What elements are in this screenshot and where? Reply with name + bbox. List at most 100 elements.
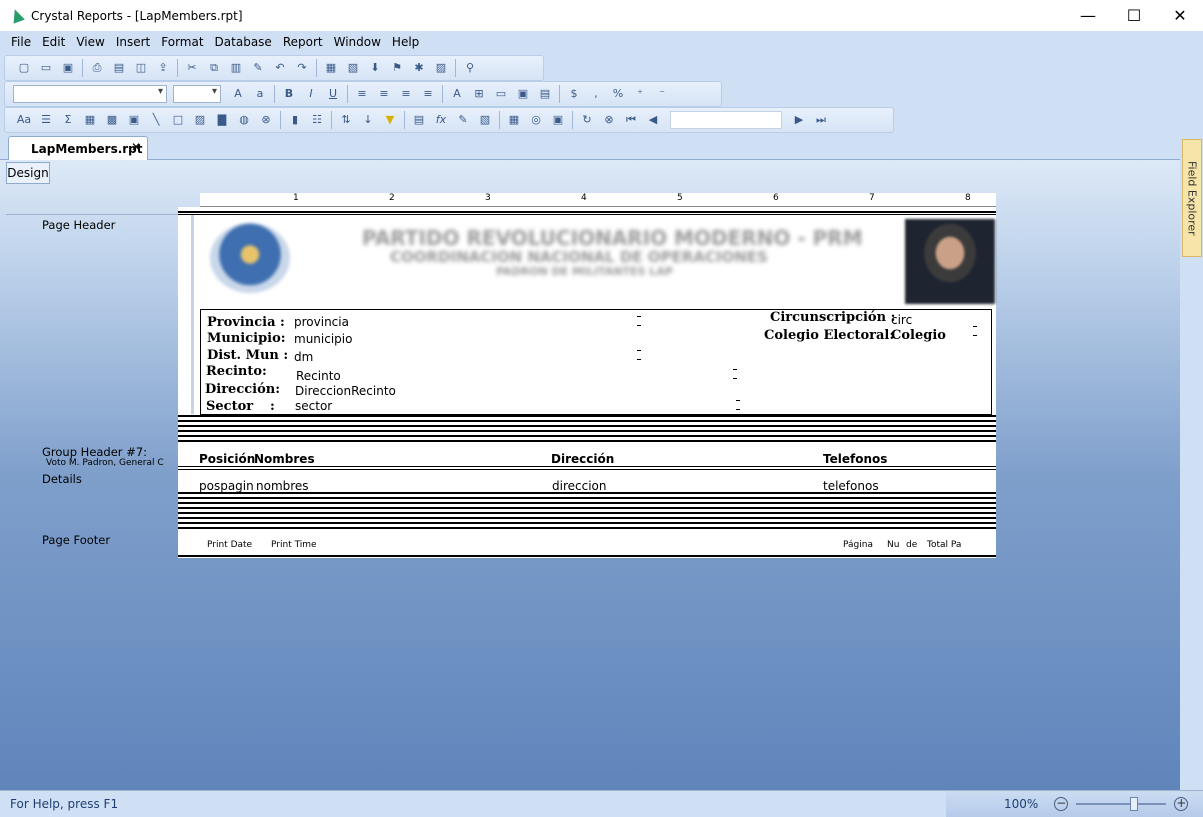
template-icon[interactable]: ▧	[477, 112, 493, 128]
next-page-icon[interactable]: ▶	[791, 112, 807, 128]
preview-icon[interactable]: ◫	[133, 60, 149, 76]
stop-icon[interactable]: ⊗	[601, 112, 617, 128]
detail-pospagina[interactable]: pospagina	[199, 479, 254, 493]
field-explorer-icon[interactable]: ▦	[506, 112, 522, 128]
field-circ[interactable]: circ	[891, 313, 912, 327]
label-provincia[interactable]: Provincia :	[207, 315, 285, 330]
align-right-icon[interactable]: ≡	[398, 86, 414, 102]
menu-help[interactable]: Help	[387, 35, 424, 49]
suppress-icon[interactable]: ▭	[493, 86, 509, 102]
detail-nombres[interactable]: nombres	[256, 479, 309, 493]
bold-icon[interactable]: B	[281, 86, 297, 102]
decrease-font-icon[interactable]: a	[252, 86, 268, 102]
footer-total-pages[interactable]: Total Pa	[927, 540, 961, 550]
crosstab-icon[interactable]: ▦	[82, 112, 98, 128]
minimize-button[interactable]: —	[1065, 0, 1111, 31]
undo-icon[interactable]: ↶	[272, 60, 288, 76]
font-color-icon[interactable]: A	[449, 86, 465, 102]
label-sector[interactable]: Sector	[206, 399, 253, 414]
tab-close-icon[interactable]: ✕	[131, 140, 141, 154]
label-colegio-electoral[interactable]: Colegio Electoral:	[764, 328, 894, 343]
paste-icon[interactable]: ▥	[228, 60, 244, 76]
percent-icon[interactable]: %	[610, 86, 626, 102]
align-left-icon[interactable]: ≡	[354, 86, 370, 102]
cut-icon[interactable]: ✂	[184, 60, 200, 76]
section-expert-icon[interactable]: ▨	[433, 60, 449, 76]
column-nombres[interactable]: Nombres	[254, 452, 315, 466]
font-name-select[interactable]	[13, 85, 167, 103]
label-dist-mun[interactable]: Dist. Mun :	[207, 348, 288, 363]
maximize-button[interactable]: ☐	[1111, 0, 1157, 31]
field-explorer-tab[interactable]: Field Explorer	[1182, 139, 1202, 257]
summary-icon[interactable]: Σ	[60, 112, 76, 128]
line-icon[interactable]: ╲	[148, 112, 164, 128]
label-sector-colon[interactable]: :	[270, 399, 275, 414]
menu-insert[interactable]: Insert	[111, 35, 155, 49]
section-page-header[interactable]: Page Header	[42, 218, 115, 232]
column-telefonos[interactable]: Telefonos	[823, 452, 887, 466]
map-icon[interactable]: ◍	[236, 112, 252, 128]
first-page-icon[interactable]: ⏮	[623, 112, 639, 128]
field-recinto[interactable]: Recinto	[296, 369, 341, 383]
zoom-out-button[interactable]: −	[1054, 797, 1069, 811]
label-direccion[interactable]: Dirección:	[205, 382, 280, 397]
insert-summary-icon[interactable]: ▧	[345, 60, 361, 76]
open-icon[interactable]: ▭	[38, 60, 54, 76]
field-direccion-recinto[interactable]: DireccionRecinto	[295, 384, 396, 398]
insert-group-icon[interactable]: ▦	[323, 60, 339, 76]
zoom-slider[interactable]	[1076, 797, 1167, 811]
increase-font-icon[interactable]: A	[230, 86, 246, 102]
picture-icon[interactable]: ▨	[192, 112, 208, 128]
menu-view[interactable]: View	[71, 35, 109, 49]
ole-object-icon[interactable]: ⊗	[258, 112, 274, 128]
sort-icon[interactable]: ⇅	[338, 112, 354, 128]
refresh-icon[interactable]: ↻	[579, 112, 595, 128]
font-size-select[interactable]	[173, 85, 221, 103]
close-button[interactable]: ✕	[1157, 0, 1203, 31]
find-icon[interactable]: ⚲	[462, 60, 478, 76]
field-dm[interactable]: dm	[294, 350, 313, 364]
select-expert-icon[interactable]: ⬇	[367, 60, 383, 76]
formula-icon[interactable]: fx	[433, 112, 449, 128]
new-icon[interactable]: ▢	[16, 60, 32, 76]
footer-print-date[interactable]: Print Date	[207, 540, 252, 550]
previous-page-icon[interactable]: ◀	[645, 112, 661, 128]
section-group-header[interactable]: Group Header #7:	[42, 445, 147, 459]
section-page-footer[interactable]: Page Footer	[42, 533, 110, 547]
menu-format[interactable]: Format	[156, 35, 208, 49]
olap-icon[interactable]: ▩	[104, 112, 120, 128]
text-object-icon[interactable]: Aa	[16, 112, 32, 128]
box-icon[interactable]: □	[170, 112, 186, 128]
redo-icon[interactable]: ↷	[294, 60, 310, 76]
record-sort-icon[interactable]: ⚑	[389, 60, 405, 76]
tab-lapmembers[interactable]: LapMembers.rpt ✕	[8, 136, 148, 160]
decrease-decimals-icon[interactable]: ⁻	[654, 86, 670, 102]
group-icon[interactable]: ☰	[38, 112, 54, 128]
menu-database[interactable]: Database	[210, 35, 277, 49]
label-municipio[interactable]: Municipio:	[207, 331, 286, 346]
footer-pagina[interactable]: Página	[843, 540, 873, 550]
field-sector[interactable]: sector	[295, 399, 332, 413]
sort-az-icon[interactable]: ↓	[360, 112, 376, 128]
menu-window[interactable]: Window	[329, 35, 386, 49]
save-icon[interactable]: ▣	[60, 60, 76, 76]
dependency-icon[interactable]: ▣	[550, 112, 566, 128]
zoom-slider-thumb[interactable]	[1130, 797, 1139, 811]
align-center-icon[interactable]: ≡	[376, 86, 392, 102]
last-page-icon[interactable]: ⏭	[813, 112, 829, 128]
group-expert-icon[interactable]: ☷	[309, 112, 325, 128]
column-posicion[interactable]: Posición	[199, 452, 255, 466]
thousands-icon[interactable]: ,	[588, 86, 604, 102]
justify-icon[interactable]: ≡	[420, 86, 436, 102]
format-icon[interactable]: ✎	[455, 112, 471, 128]
menu-report[interactable]: Report	[278, 35, 328, 49]
detail-direccion[interactable]: direccion	[552, 479, 606, 493]
field-provincia[interactable]: provincia	[294, 315, 349, 329]
filter-icon[interactable]: ▼	[382, 112, 398, 128]
zoom-in-button[interactable]: +	[1174, 797, 1189, 811]
tab-design[interactable]: Design	[6, 162, 50, 184]
copy-icon[interactable]: ⧉	[206, 60, 222, 76]
footer-print-time[interactable]: Print Time	[271, 540, 317, 550]
repository-icon[interactable]: ◎	[528, 112, 544, 128]
chart-icon[interactable]: ▇	[214, 112, 230, 128]
